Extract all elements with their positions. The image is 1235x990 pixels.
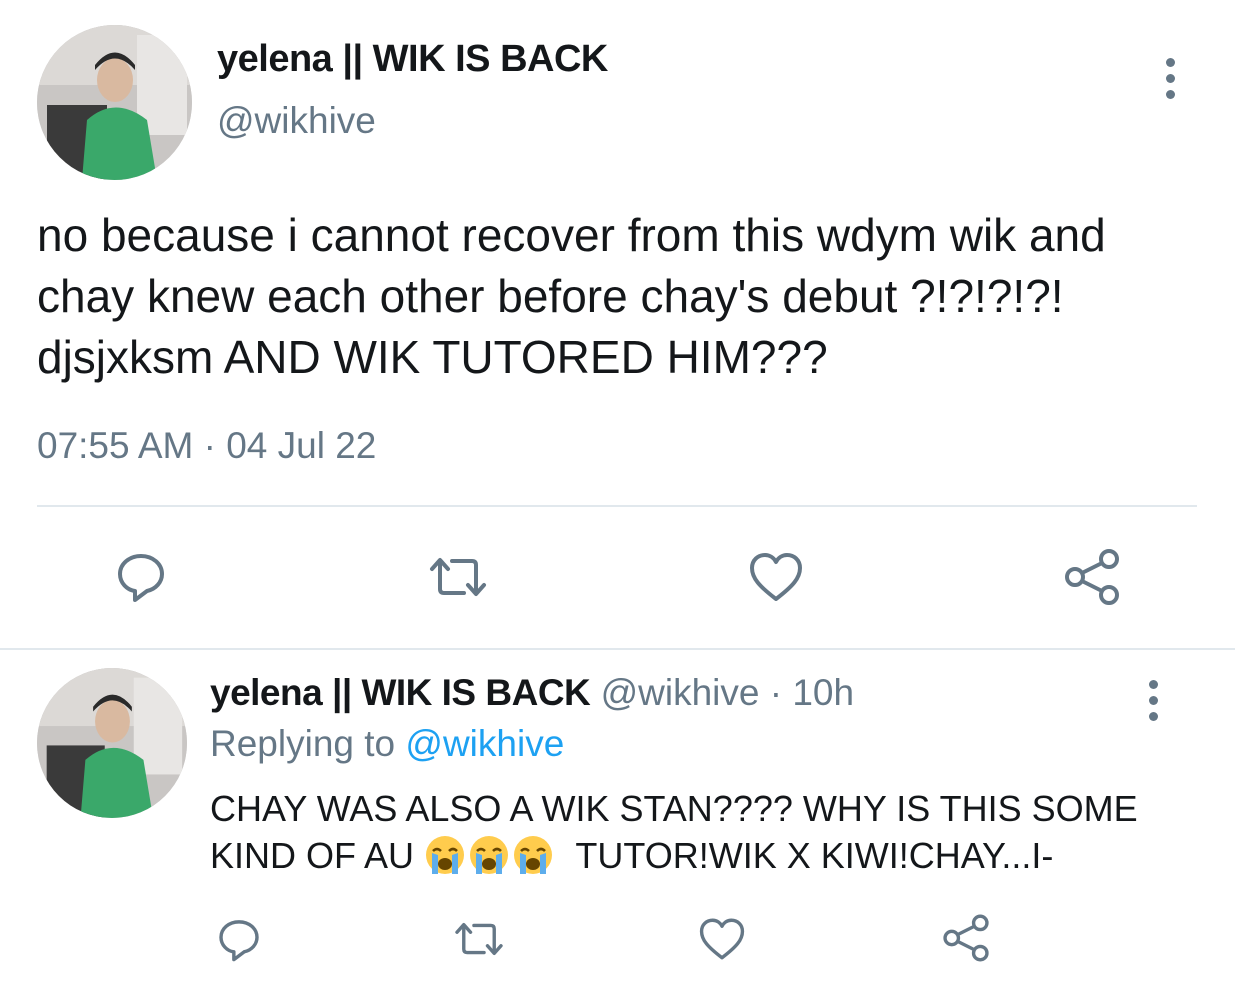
retweet-button[interactable] (448, 914, 510, 964)
like-icon (699, 918, 745, 960)
loudly-crying-face-icon (470, 836, 509, 874)
share-icon (1065, 549, 1119, 605)
reply-icon (219, 920, 259, 962)
like-button[interactable] (745, 548, 807, 606)
avatar[interactable] (37, 668, 187, 818)
replying-to-handle[interactable]: @wikhive (405, 723, 564, 764)
retweet-icon (430, 558, 486, 596)
dot (1165, 58, 1175, 67)
like-icon (750, 553, 802, 601)
tweet-text: no because i cannot recover from this wd… (37, 209, 1106, 383)
dot (1148, 680, 1158, 689)
reply-text-part-2: TUTOR!WIK X KIWI!CHAY...I- (556, 835, 1054, 876)
separator: · (759, 672, 793, 713)
avatar[interactable] (37, 25, 192, 180)
tweet-time: 10h (792, 672, 855, 713)
display-name[interactable]: yelena || WIK IS BACK (210, 672, 591, 713)
user-handle[interactable]: @wikhive (217, 100, 376, 142)
more-options-button[interactable] (1143, 680, 1163, 721)
reply-button[interactable] (212, 912, 266, 966)
replying-to: Replying to @wikhive (210, 723, 564, 765)
reply-header: yelena || WIK IS BACK @wikhive · 10h (210, 672, 854, 714)
reply-tweet-text: CHAY WAS ALSO A WIK STAN???? WHY IS THIS… (210, 785, 1210, 879)
retweet-icon (455, 922, 503, 956)
like-button[interactable] (695, 914, 749, 964)
reply-icon (118, 554, 164, 602)
loudly-crying-face-icon (426, 836, 465, 874)
user-handle[interactable]: @wikhive (601, 672, 760, 713)
dot (1148, 712, 1158, 721)
display-name[interactable]: yelena || WIK IS BACK (217, 38, 608, 81)
dot (1148, 696, 1158, 705)
share-button[interactable] (938, 910, 994, 966)
dot (1165, 74, 1175, 83)
replying-to-label: Replying to (210, 723, 406, 764)
loudly-crying-face-icon (514, 836, 553, 874)
more-options-button[interactable] (1160, 58, 1180, 99)
divider (0, 648, 1235, 650)
share-icon (943, 914, 989, 962)
retweet-button[interactable] (422, 548, 494, 606)
divider (37, 505, 1197, 507)
tweet-timestamp: 07:55 AM · 04 Jul 22 (37, 425, 377, 466)
dot (1165, 90, 1175, 99)
share-button[interactable] (1060, 545, 1124, 609)
reply-button[interactable] (110, 545, 172, 607)
